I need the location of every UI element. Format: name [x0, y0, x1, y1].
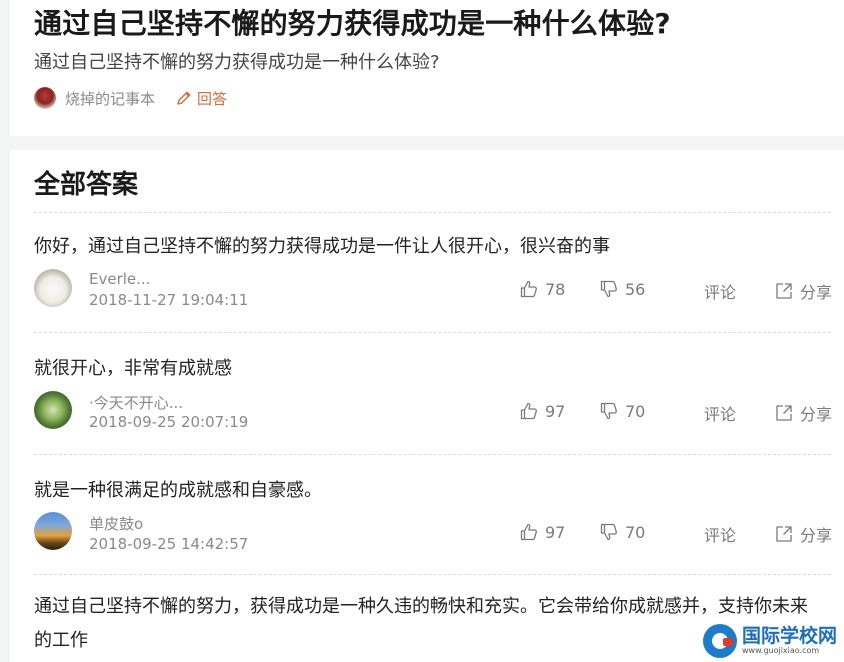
question-title: 通过自己坚持不懈的努力获得成功是一种什么体验?	[34, 7, 671, 40]
user-avatar[interactable]	[34, 269, 72, 307]
user-avatar[interactable]	[34, 512, 72, 550]
share-label: 分享	[800, 283, 833, 302]
share-label: 分享	[800, 405, 833, 424]
comment-button[interactable]: 评论	[704, 279, 736, 303]
share-button[interactable]: 分享	[774, 522, 832, 546]
reply-label: 回答	[197, 89, 228, 108]
thumbs-down-icon	[600, 523, 617, 541]
thumbs-down-icon	[600, 280, 617, 298]
answer-time: 2018-11-27 19:04:11	[89, 291, 249, 309]
like-button[interactable]: 97	[519, 522, 565, 542]
answer-time: 2018-09-25 14:42:57	[89, 535, 249, 553]
question-card: 通过自己坚持不懈的努力获得成功是一种什么体验? 通过自己坚持不懈的努力获得成功是…	[8, 0, 844, 136]
site-logo[interactable]: 国际学校网 www.guojixiao.com	[703, 620, 844, 662]
share-button[interactable]: 分享	[774, 279, 832, 303]
thumbs-up-icon	[520, 402, 537, 420]
user-avatar[interactable]	[34, 391, 72, 429]
share-icon	[776, 526, 792, 542]
comment-label: 评论	[704, 405, 737, 424]
share-button[interactable]: 分享	[774, 401, 832, 425]
dislike-button[interactable]: 70	[599, 401, 645, 421]
thumbs-down-icon	[600, 402, 617, 420]
thumbs-up-icon	[520, 523, 537, 541]
logo-name: 国际学校网	[742, 625, 838, 647]
answer-text: 就是一种很满足的成就感和自豪感。	[34, 480, 322, 501]
dislike-count: 56	[625, 279, 646, 299]
divider	[34, 574, 831, 575]
logo-url: www.guojixiao.com	[742, 646, 820, 655]
comment-button[interactable]: 评论	[704, 522, 736, 546]
answer-time: 2018-09-25 20:07:19	[89, 413, 249, 431]
question-author[interactable]: 烧掉的记事本	[65, 88, 155, 109]
like-button[interactable]: 78	[519, 279, 565, 299]
divider	[34, 332, 831, 333]
comment-label: 评论	[704, 526, 737, 545]
divider	[34, 454, 831, 455]
question-description: 通过自己坚持不懈的努力获得成功是一种什么体验?	[34, 52, 440, 73]
logo-icon	[703, 624, 737, 658]
dislike-button[interactable]: 56	[599, 279, 645, 299]
divider	[34, 212, 831, 213]
comment-label: 评论	[704, 283, 737, 302]
dislike-count: 70	[625, 401, 646, 421]
like-count: 78	[545, 279, 566, 299]
pencil-icon	[177, 91, 191, 105]
answers-card: 全部答案 你好，通过自己坚持不懈的努力获得成功是一件让人很开心，很兴奋的事 Ev…	[8, 150, 844, 662]
answer-text: 通过自己坚持不懈的努力，获得成功是一种久违的畅快和充实。它会带给你成就感并，支持…	[34, 596, 808, 651]
answer-text: 就很开心，非常有成就感	[34, 358, 232, 379]
thumbs-up-icon	[520, 280, 537, 298]
share-label: 分享	[800, 526, 833, 545]
share-icon	[776, 283, 792, 299]
reply-button[interactable]: 回答	[175, 88, 227, 109]
comment-button[interactable]: 评论	[704, 401, 736, 425]
author-avatar[interactable]	[34, 87, 56, 109]
answers-heading: 全部答案	[34, 170, 139, 200]
share-icon	[776, 405, 792, 421]
dislike-button[interactable]: 70	[599, 522, 645, 542]
answer-user[interactable]: ·今天不开心...	[89, 392, 183, 413]
answer-user[interactable]: 单皮鼓o	[89, 513, 143, 534]
question-meta: 烧掉的记事本 回答	[34, 86, 227, 110]
answer-text: 你好，通过自己坚持不懈的努力获得成功是一件让人很开心，很兴奋的事	[34, 236, 610, 257]
dislike-count: 70	[625, 522, 646, 542]
like-button[interactable]: 97	[519, 401, 565, 421]
like-count: 97	[545, 401, 566, 421]
like-count: 97	[545, 522, 566, 542]
answer-user[interactable]: Everle...	[89, 270, 150, 288]
